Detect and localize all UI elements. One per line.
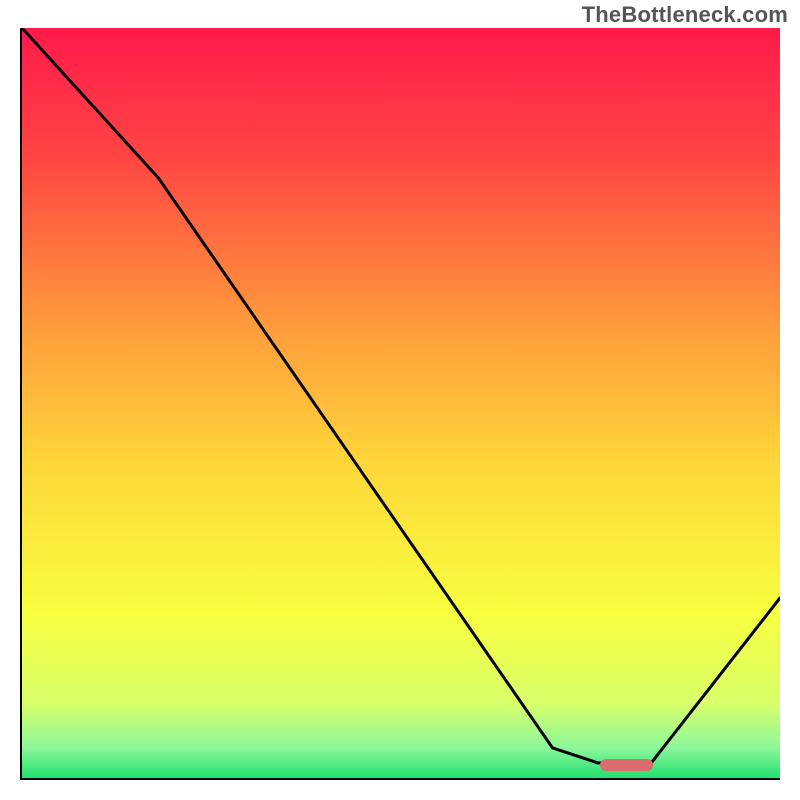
chart-plot-area (20, 28, 780, 780)
optimal-range-marker (600, 759, 653, 771)
chart-container: TheBottleneck.com (0, 0, 800, 800)
watermark-text: TheBottleneck.com (582, 2, 788, 28)
chart-curve (22, 28, 780, 778)
